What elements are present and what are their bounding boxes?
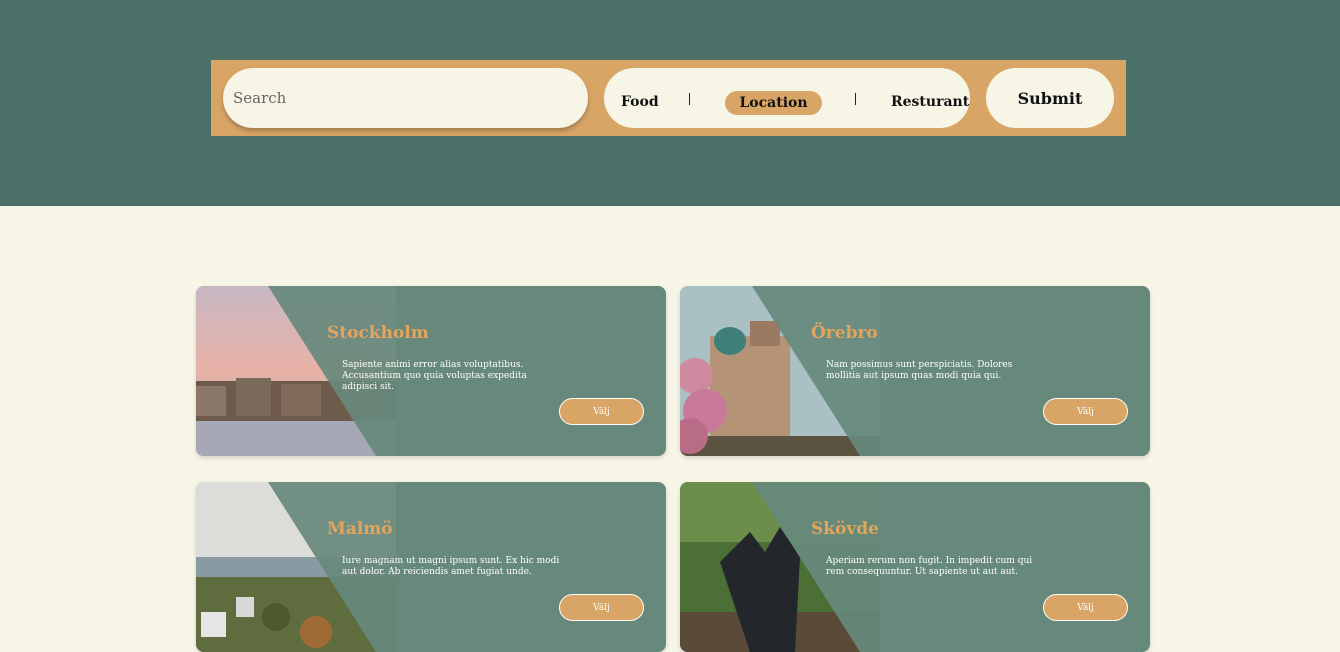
filter-restaurant[interactable]: Resturant <box>891 90 969 114</box>
select-button[interactable]: Välj <box>1043 594 1128 621</box>
city-card-orebro: Örebro Nam possimus sunt perspiciatis. D… <box>680 286 1150 456</box>
filter-separator <box>855 93 856 105</box>
select-button[interactable]: Välj <box>559 594 644 621</box>
card-title: Stockholm <box>327 323 429 343</box>
card-description: Iure magnam ut magni ipsum sunt. Ex hic … <box>342 556 560 577</box>
city-card-stockholm: Stockholm Sapiente animi error alias vol… <box>196 286 666 456</box>
search-bar: Food Location Resturant Submit <box>211 60 1126 136</box>
card-title: Örebro <box>811 323 878 343</box>
card-description: Aperiam rerum non fugit. In impedit cum … <box>826 556 1033 577</box>
filter-group: Food Location Resturant <box>604 68 970 128</box>
card-title: Skövde <box>811 519 879 539</box>
filter-separator <box>689 93 690 105</box>
card-description: Nam possimus sunt perspiciatis. Dolores … <box>826 360 1013 381</box>
submit-button[interactable]: Submit <box>986 68 1114 128</box>
select-button[interactable]: Välj <box>559 398 644 425</box>
search-input[interactable] <box>223 68 588 128</box>
city-card-skovde: Skövde Aperiam rerum non fugit. In imped… <box>680 482 1150 652</box>
hero-banner: Food Location Resturant Submit <box>0 0 1340 206</box>
city-card-malmo: Malmö Iure magnam ut magni ipsum sunt. E… <box>196 482 666 652</box>
select-button[interactable]: Välj <box>1043 398 1128 425</box>
card-title: Malmö <box>327 519 393 539</box>
card-description: Sapiente animi error alias voluptatibus.… <box>342 360 527 392</box>
filter-food[interactable]: Food <box>621 90 659 114</box>
filter-location[interactable]: Location <box>725 91 822 115</box>
